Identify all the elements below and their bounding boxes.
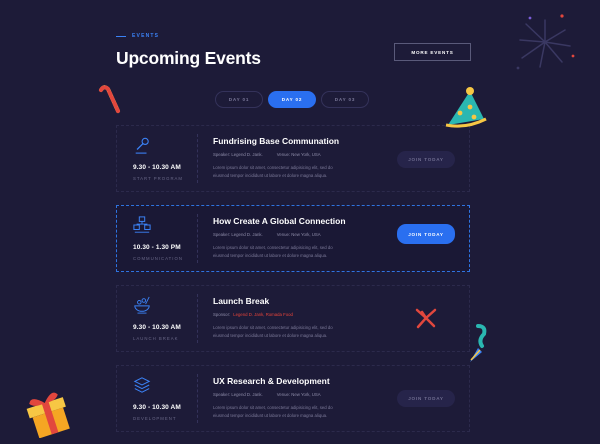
microphone-icon xyxy=(135,137,149,154)
event-title: Launch Break xyxy=(213,296,270,306)
event-title: How Create A Global Connection xyxy=(213,216,346,226)
ribbon-knot-icon xyxy=(415,308,437,329)
more-events-button[interactable]: MORE EVENTS xyxy=(394,43,471,61)
gift-box-icon xyxy=(26,392,70,438)
event-title: Fundrising Base Communation xyxy=(213,136,340,146)
event-meta: Speaker: Legend D. Jank. Venue: New York… xyxy=(213,232,321,237)
event-category: COMMUNICATION xyxy=(133,256,183,261)
event-card-ux-research: 9.30 - 10.30 AM DEVELOPMENT UX Research … xyxy=(116,365,470,432)
event-venue: Venue: New York, USA xyxy=(276,152,321,157)
tab-day-03[interactable]: DAY 03 xyxy=(321,91,369,108)
day-tabs: DAY 01 DAY 02 DAY 03 xyxy=(215,91,369,108)
event-speaker: Speaker: Legend D. Jank. xyxy=(213,232,263,237)
tab-day-02[interactable]: DAY 02 xyxy=(268,91,316,108)
party-hat-icon xyxy=(445,87,487,128)
card-divider xyxy=(197,294,198,343)
event-description: Lorem ipsum dolor sit amet, consectetur … xyxy=(213,405,333,418)
fireworks-icon xyxy=(516,14,575,70)
event-description: Lorem ipsum dolor sit amet, consectetur … xyxy=(213,165,333,178)
event-speaker: Speaker: Legend D. Jank. xyxy=(213,392,263,397)
join-today-button[interactable]: JOIN TODAY xyxy=(397,390,455,407)
event-card-global-connection: 10.30 - 1.30 PM COMMUNICATION How Create… xyxy=(116,205,470,272)
event-description: Lorem ipsum dolor sit amet, consectetur … xyxy=(213,325,333,338)
event-title: UX Research & Development xyxy=(213,376,330,386)
join-today-button[interactable]: JOIN TODAY xyxy=(397,151,455,168)
event-category: DEVELOPMENT xyxy=(133,416,177,421)
event-meta: Speaker: Legend D. Jank. Venue: New York… xyxy=(213,152,321,157)
event-venue: Venue: New York, USA xyxy=(276,232,321,237)
event-venue: Venue: New York, USA xyxy=(276,392,321,397)
event-time: 9.30 - 10.30 AM xyxy=(133,164,181,171)
event-time: 9.30 - 10.30 AM xyxy=(133,404,181,411)
card-divider xyxy=(197,374,198,423)
event-meta: Sponsor: Legend D. Jank, Romada Food xyxy=(213,312,293,317)
section-eyebrow: EVENTS xyxy=(116,33,159,39)
page-title: Upcoming Events xyxy=(116,48,261,68)
event-time: 10.30 - 1.30 PM xyxy=(133,244,181,251)
event-time: 9.30 - 10.30 AM xyxy=(133,324,181,331)
sponsor-label: Sponsor: xyxy=(213,312,231,317)
event-description: Lorem ipsum dolor sit amet, consectetur … xyxy=(213,245,333,258)
candy-cane-icon xyxy=(99,85,120,113)
tab-day-01[interactable]: DAY 01 xyxy=(215,91,263,108)
event-meta: Speaker: Legend D. Jank. Venue: New York… xyxy=(213,392,321,397)
food-bowl-icon xyxy=(134,296,150,314)
network-icon xyxy=(133,216,151,233)
event-category: START PROGRAM xyxy=(133,176,184,181)
event-card-fundrising: 9.30 - 10.30 AM START PROGRAM Fundrising… xyxy=(116,125,470,192)
party-horn-icon xyxy=(470,324,487,362)
eyebrow-label: EVENTS xyxy=(132,33,160,39)
sponsor-name: Legend D. Jank, Romada Food xyxy=(233,312,293,317)
layers-icon xyxy=(133,377,151,393)
event-category: LAUNCH BREAK xyxy=(133,336,179,341)
card-divider xyxy=(197,134,198,183)
join-today-button[interactable]: JOIN TODAY xyxy=(397,224,455,244)
card-divider xyxy=(197,214,198,263)
eyebrow-line xyxy=(116,35,126,37)
event-speaker: Speaker: Legend D. Jank. xyxy=(213,152,263,157)
